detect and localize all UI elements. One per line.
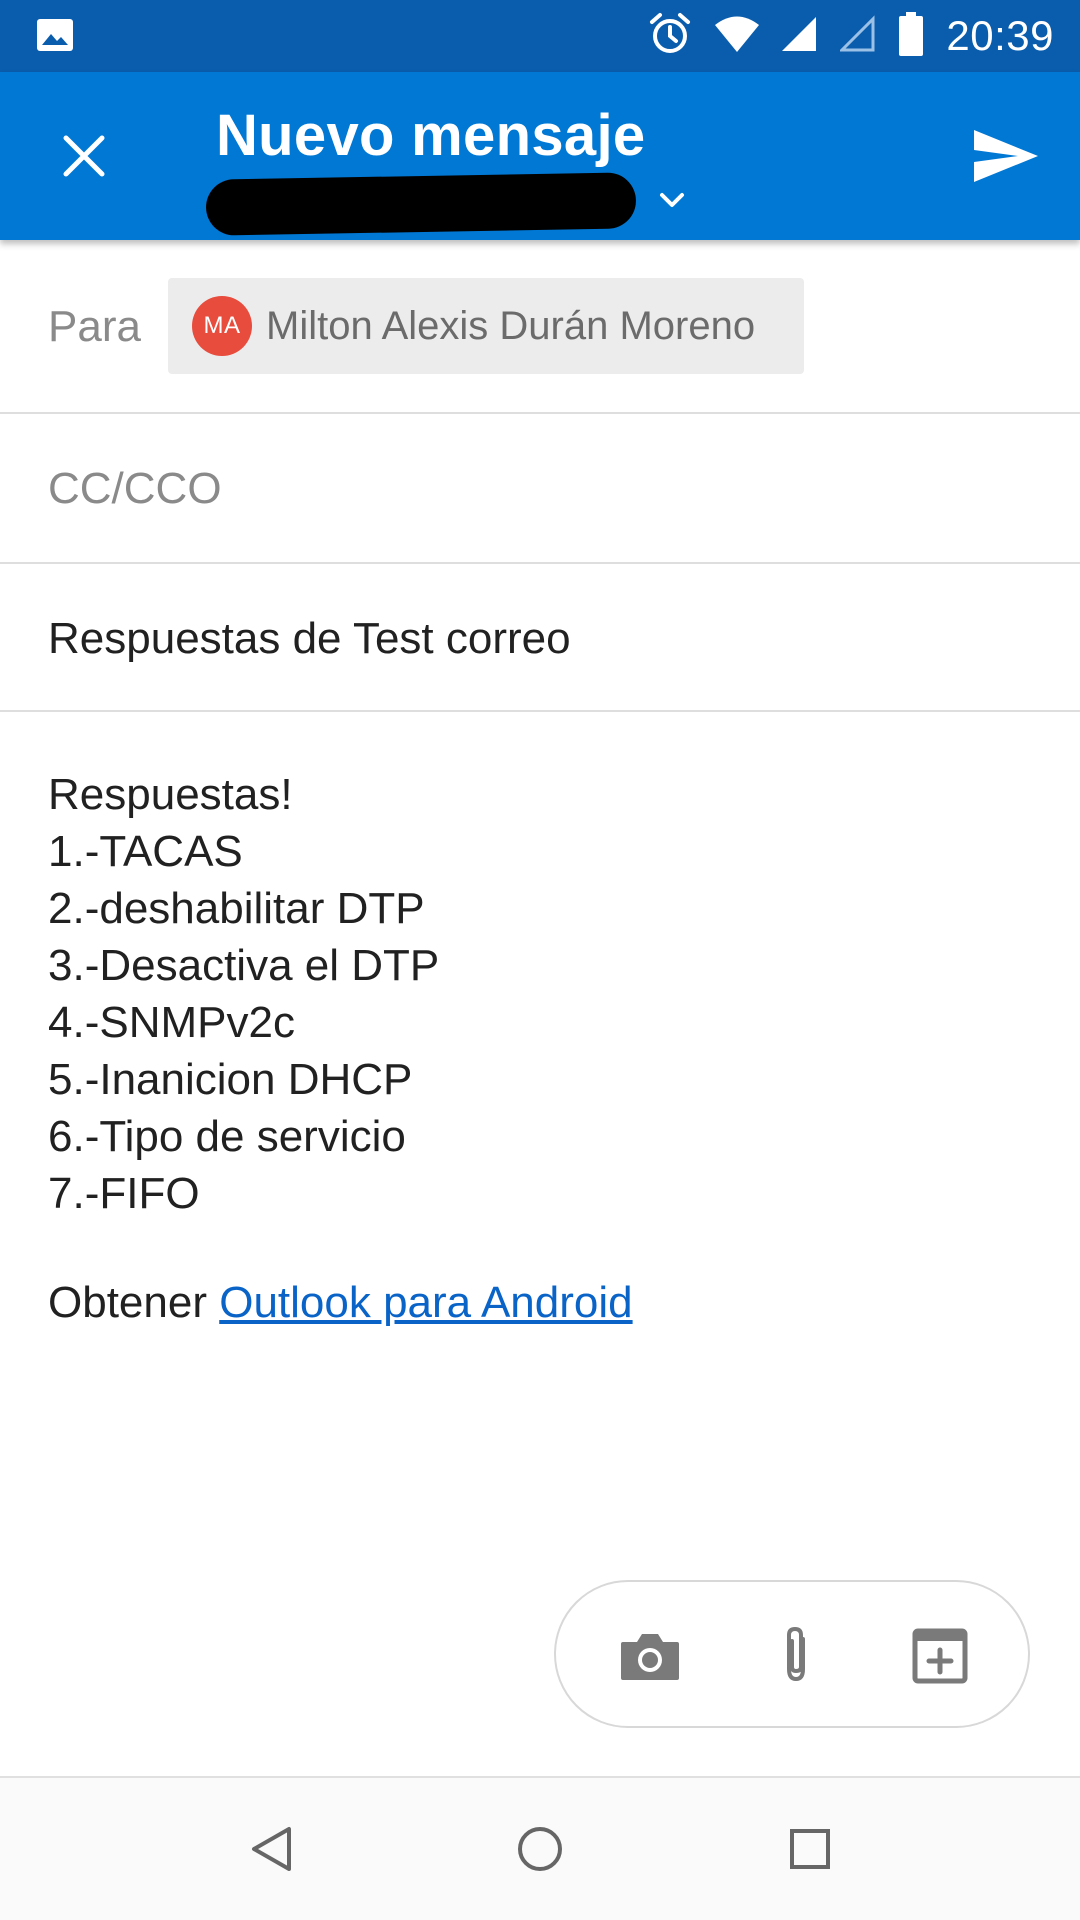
redacted-account-selector[interactable]	[205, 172, 637, 236]
body-line: 1.-TACAS	[48, 827, 243, 876]
back-button[interactable]	[236, 1814, 306, 1884]
signature: Obtener Outlook para Android	[48, 1278, 633, 1328]
cc-field-row[interactable]: CC/CCO	[0, 414, 1080, 564]
signal-icon	[782, 15, 818, 58]
attach-file-button[interactable]	[762, 1622, 830, 1690]
recipient-chip[interactable]: MA Milton Alexis Durán Moreno	[168, 278, 804, 374]
cc-bcc-label: CC/CCO	[48, 464, 222, 513]
paperclip-icon	[787, 1626, 805, 1682]
calendar-add-icon	[912, 1628, 968, 1684]
subject-text: Respuestas de Test correo	[48, 614, 571, 663]
camera-icon	[621, 1634, 679, 1680]
signature-prefix: Obtener	[48, 1278, 207, 1327]
page-title: Nuevo mensaje	[216, 103, 646, 168]
body-line: 4.-SNMPv2c	[48, 998, 295, 1047]
home-button[interactable]	[505, 1814, 575, 1884]
body-line: 7.-FIFO	[48, 1169, 200, 1218]
close-button[interactable]	[52, 124, 116, 188]
app-bar: Nuevo mensaje	[0, 72, 1080, 240]
body-line: 5.-Inanicion DHCP	[48, 1055, 413, 1104]
body-line: Respuestas!	[48, 770, 293, 819]
to-field-row[interactable]: Para MA Milton Alexis Durán Moreno	[0, 240, 1080, 414]
account-dropdown[interactable]	[654, 182, 690, 218]
avatar: MA	[192, 296, 252, 356]
attachment-toolbar	[554, 1580, 1030, 1728]
recents-icon	[790, 1829, 830, 1869]
recents-button[interactable]	[775, 1814, 845, 1884]
chevron-down-icon	[660, 193, 684, 207]
battery-icon	[898, 11, 924, 61]
navigation-bar	[0, 1776, 1080, 1920]
wifi-icon	[714, 14, 760, 59]
add-event-button[interactable]	[906, 1622, 974, 1690]
back-icon	[252, 1827, 291, 1871]
status-time: 20:39	[946, 12, 1054, 59]
recipient-name: Milton Alexis Durán Moreno	[266, 303, 756, 348]
camera-button[interactable]	[616, 1622, 684, 1690]
image-notification-icon	[36, 16, 74, 54]
body-line: 2.-deshabilitar DTP	[48, 884, 425, 933]
body-line: 3.-Desactiva el DTP	[48, 941, 440, 990]
send-icon	[974, 130, 1038, 182]
close-icon	[63, 135, 105, 177]
to-label: Para	[48, 302, 141, 351]
status-bar: 20:39	[0, 0, 1080, 72]
signal-empty-icon	[838, 14, 876, 58]
body-line: 6.-Tipo de servicio	[48, 1112, 406, 1161]
outlook-android-link[interactable]: Outlook para Android	[219, 1278, 632, 1327]
home-icon	[518, 1827, 562, 1871]
subject-field[interactable]: Respuestas de Test correo	[0, 564, 1080, 712]
message-body[interactable]: Respuestas! 1.-TACAS 2.-deshabilitar DTP…	[48, 766, 439, 1222]
alarm-icon	[648, 12, 692, 61]
send-button[interactable]	[966, 120, 1046, 192]
